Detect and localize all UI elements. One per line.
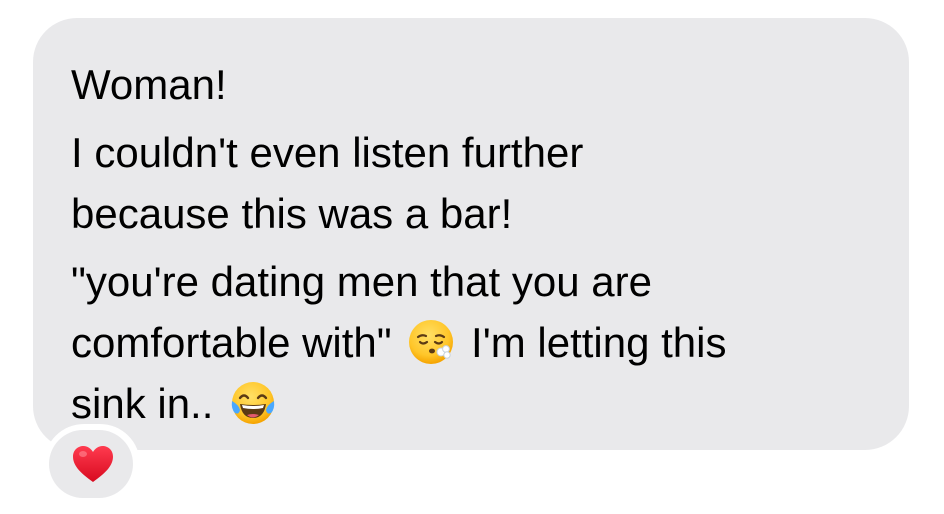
red-heart-icon [73,446,113,482]
reaction-badge [49,430,133,498]
message-text-segment: comfortable with" [71,319,392,366]
message-line-with-emoji: sink in.. [71,373,871,434]
message-line: Woman! [71,61,227,108]
message-text-segment: sink in.. [71,380,214,427]
conversation-view: Woman! I couldn't even listen further be… [0,0,944,514]
message-line: I couldn't even listen further [71,129,584,176]
message-line: "you're dating men that you are [71,258,652,305]
message-bubble[interactable]: Woman! I couldn't even listen further be… [33,18,909,450]
tears-of-joy-icon [231,382,275,424]
message-line-with-emoji: comfortable with" I'm letting this [71,312,871,373]
message-text-segment: I'm letting this [471,319,727,366]
message-line: because this was a bar! [71,190,513,237]
tapback-reaction[interactable] [44,424,140,504]
face-exhaling-icon [409,320,454,364]
